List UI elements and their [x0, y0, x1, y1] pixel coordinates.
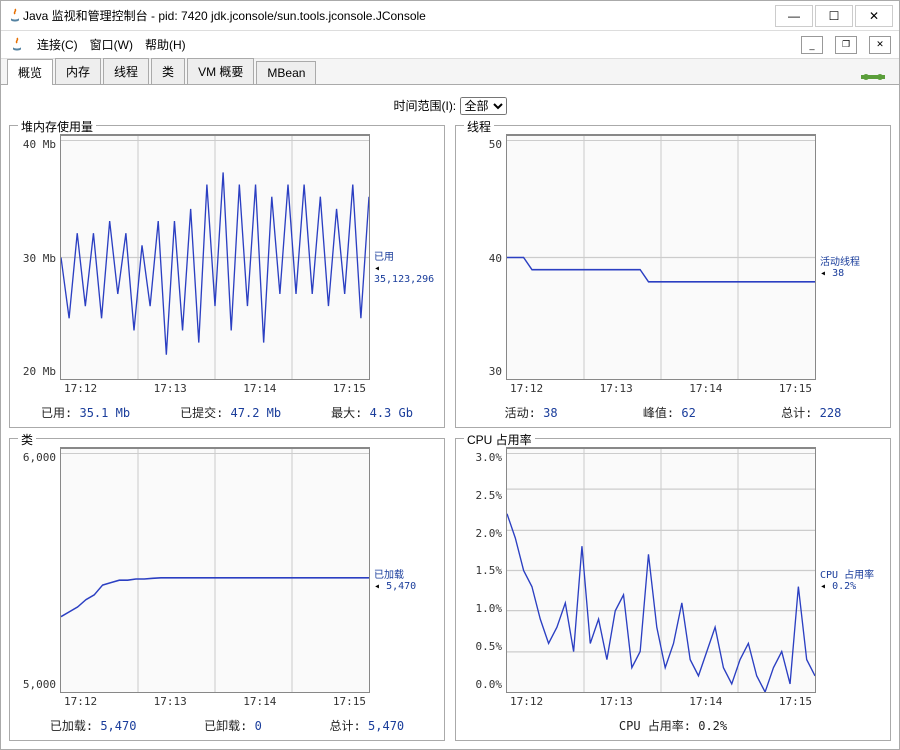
panel-classes-title: 类 [18, 431, 36, 448]
classes-side-label: 已加载 ◂ 5,470 [370, 566, 440, 592]
titlebar: Java 监视和管理控制台 - pid: 7420 jdk.jconsole/s… [1, 1, 899, 31]
panel-heap: 堆内存使用量 40 Mb 30 Mb 20 Mb [9, 125, 445, 428]
cpu-stats: CPU 占用率: 0.2% [456, 713, 890, 740]
java-icon [9, 37, 25, 53]
cpu-xticks: 17:1217:13 17:1417:15 [506, 693, 816, 711]
cpu-yticks: 3.0%2.5% 2.0%1.5% 1.0%0.5% 0.0% [458, 447, 506, 711]
menu-connect[interactable]: 连接(C) [37, 36, 78, 53]
cpu-side-label: CPU 占用率 ◂ 0.2% [816, 566, 886, 592]
connection-status-icon [861, 70, 885, 84]
tab-threads[interactable]: 线程 [103, 58, 149, 84]
maximize-button[interactable]: ☐ [815, 5, 853, 27]
heap-side-label: 已用 ◂ 35,123,296 [370, 248, 440, 285]
minimize-button[interactable]: — [775, 5, 813, 27]
tab-vm[interactable]: VM 概要 [187, 58, 254, 84]
threads-stats: 活动: 38 峰值: 62 总计: 228 [456, 400, 890, 427]
panel-classes: 类 6,000 5,000 [9, 438, 445, 741]
classes-xticks: 17:1217:13 17:1417:15 [60, 693, 370, 711]
inner-restore-button[interactable]: ❐ [835, 36, 857, 54]
panel-heap-title: 堆内存使用量 [18, 118, 96, 135]
classes-yticks: 6,000 5,000 [12, 447, 60, 711]
chart-grid: 堆内存使用量 40 Mb 30 Mb 20 Mb [9, 125, 891, 741]
time-range-row: 时间范围(I): 全部 [9, 97, 891, 115]
threads-chart [506, 134, 816, 380]
menu-window[interactable]: 窗口(W) [90, 36, 133, 53]
threads-side-label: 活动线程 ◂ 38 [816, 253, 886, 279]
menu-help[interactable]: 帮助(H) [145, 36, 186, 53]
close-button[interactable]: ✕ [855, 5, 893, 27]
tab-classes[interactable]: 类 [151, 58, 185, 84]
threads-yticks: 50 40 30 [458, 134, 506, 398]
panel-cpu: CPU 占用率 3.0%2.5% 2.0%1.5% 1.0%0.5% 0.0% [455, 438, 891, 741]
classes-chart [60, 447, 370, 693]
tab-overview[interactable]: 概览 [7, 59, 53, 85]
content: 时间范围(I): 全部 堆内存使用量 40 Mb 30 Mb 20 Mb [1, 85, 899, 749]
tabs: 概览 内存 线程 类 VM 概要 MBean [1, 59, 899, 85]
time-range-label: 时间范围(I): [393, 99, 456, 113]
heap-stats: 已用: 35.1 Mb 已提交: 47.2 Mb 最大: 4.3 Gb [10, 400, 444, 427]
tab-mbean[interactable]: MBean [256, 61, 316, 84]
heap-xticks: 17:1217:13 17:1417:15 [60, 380, 370, 398]
jconsole-window: Java 监视和管理控制台 - pid: 7420 jdk.jconsole/s… [0, 0, 900, 750]
panel-cpu-title: CPU 占用率 [464, 431, 535, 448]
panel-threads-title: 线程 [464, 118, 494, 135]
time-range-select[interactable]: 全部 [460, 97, 507, 115]
menubar: 连接(C) 窗口(W) 帮助(H) _ ❐ ✕ [1, 31, 899, 59]
classes-stats: 已加载: 5,470 已卸载: 0 总计: 5,470 [10, 713, 444, 740]
tab-memory[interactable]: 内存 [55, 58, 101, 84]
panel-threads: 线程 50 40 30 [455, 125, 891, 428]
inner-minimize-button[interactable]: _ [801, 36, 823, 54]
heap-chart [60, 134, 370, 380]
java-icon [7, 8, 23, 24]
window-title: Java 监视和管理控制台 - pid: 7420 jdk.jconsole/s… [23, 7, 773, 24]
threads-xticks: 17:1217:13 17:1417:15 [506, 380, 816, 398]
heap-yticks: 40 Mb 30 Mb 20 Mb [12, 134, 60, 398]
cpu-chart [506, 447, 816, 693]
inner-close-button[interactable]: ✕ [869, 36, 891, 54]
